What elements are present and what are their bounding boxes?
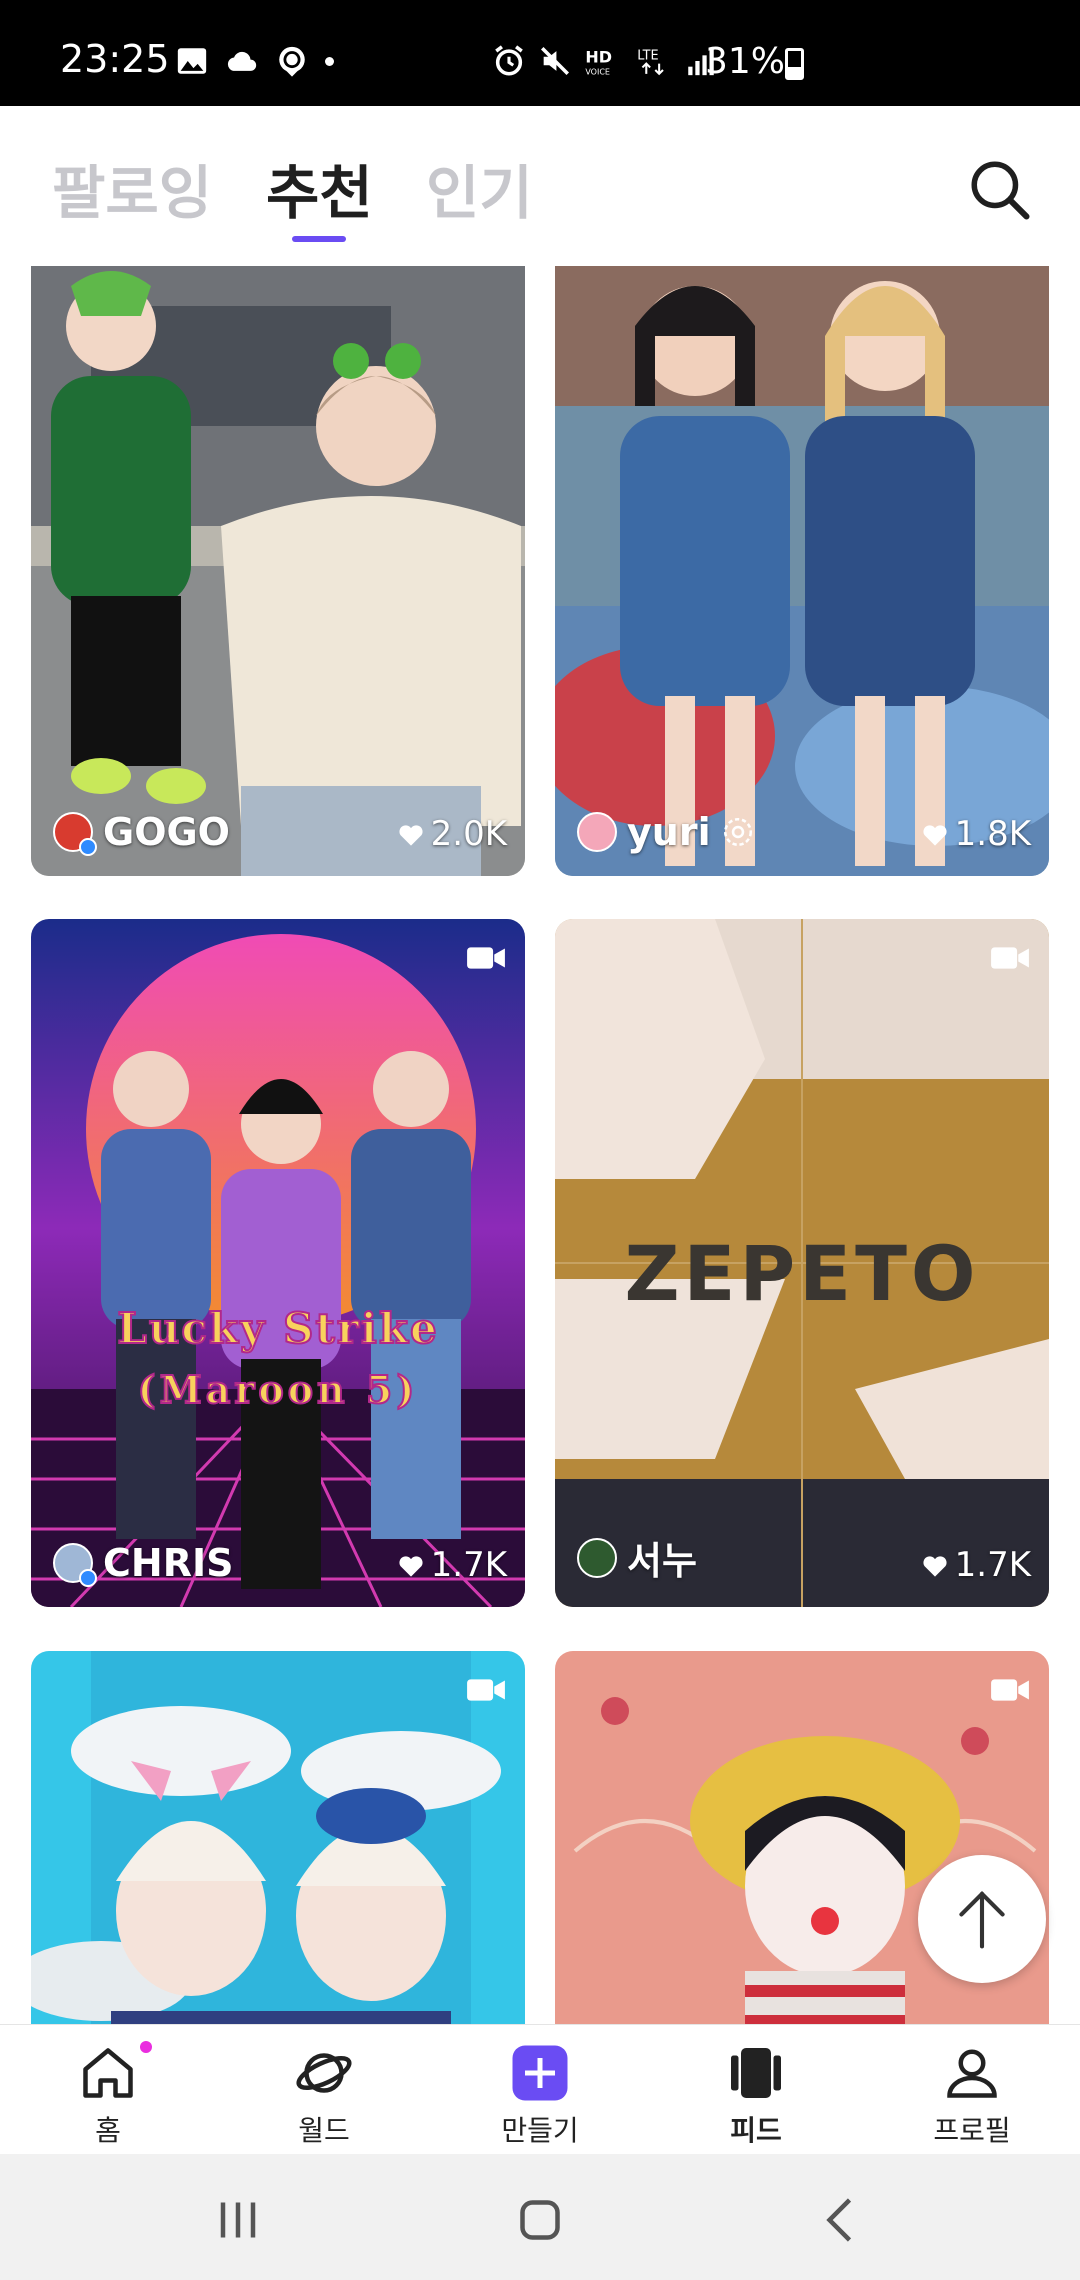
nav-label: 프로필 bbox=[933, 2114, 1011, 2147]
heart-icon bbox=[399, 825, 423, 846]
verified-badge-icon bbox=[79, 1569, 97, 1587]
tab-recommended[interactable]: 추천 bbox=[266, 146, 373, 230]
home-button-icon[interactable] bbox=[510, 2190, 570, 2250]
author-name: CHRIS bbox=[103, 1541, 234, 1585]
system-nav-bar bbox=[0, 2154, 1080, 2280]
tab-popular[interactable]: 인기 bbox=[426, 146, 533, 230]
overlay-line: ZEPETO bbox=[624, 1229, 980, 1318]
avatar bbox=[53, 1543, 97, 1587]
video-icon bbox=[467, 947, 505, 969]
battery-percent: 31% bbox=[705, 41, 786, 82]
likes-value: 1.7K bbox=[954, 1545, 1031, 1585]
overlay-line: (Maroon 5) bbox=[137, 1366, 419, 1413]
bottom-nav: 홈 월드 만들기 피드 프로필 bbox=[0, 2024, 1080, 2154]
post-author[interactable]: yuri bbox=[577, 810, 755, 854]
back-icon[interactable] bbox=[812, 2190, 872, 2250]
post-author[interactable]: CHRIS bbox=[53, 1541, 234, 1587]
nav-label: 월드 bbox=[298, 2114, 350, 2147]
likes-value: 2.0K bbox=[430, 814, 507, 854]
home-icon bbox=[83, 2048, 133, 2098]
lte-icon: LTE bbox=[637, 49, 664, 76]
status-time: 23:25 bbox=[60, 37, 170, 81]
verified-badge-icon bbox=[79, 838, 97, 856]
hd-voice-icon: HDVOICE bbox=[585, 47, 612, 76]
notification-dot bbox=[325, 56, 334, 66]
scroll-to-top-button[interactable] bbox=[918, 1855, 1046, 1983]
post-overlay-text: ZEPETO bbox=[555, 1229, 1049, 1318]
feed-card[interactable] bbox=[31, 1651, 525, 2024]
battery-icon bbox=[785, 48, 804, 80]
avatar bbox=[577, 812, 617, 852]
status-right-icons: HD VOICE LTE bbox=[492, 44, 718, 78]
author-name: GOGO bbox=[103, 810, 230, 854]
creator-badge-icon bbox=[723, 817, 752, 847]
status-bar: 23:25 HD VOICE LTE 31% bbox=[0, 0, 1080, 106]
status-left-icons bbox=[175, 44, 334, 78]
mute-icon bbox=[540, 46, 570, 76]
nav-label: 피드 bbox=[730, 2114, 782, 2147]
overlay-line: Lucky Strike bbox=[116, 1303, 439, 1354]
post-image bbox=[31, 266, 525, 876]
video-icon bbox=[991, 947, 1029, 969]
profile-icon bbox=[947, 2049, 997, 2098]
like-count: 1.8K bbox=[921, 814, 1031, 854]
nav-item-create[interactable]: 만들기 bbox=[460, 2043, 620, 2149]
nav-item-feed[interactable]: 피드 bbox=[676, 2043, 836, 2149]
heart-icon bbox=[399, 1556, 423, 1577]
like-count: 2.0K bbox=[397, 814, 507, 854]
post-image bbox=[555, 266, 1049, 876]
avatar bbox=[577, 1537, 617, 1578]
avatar bbox=[53, 812, 97, 856]
author-name: 서누 bbox=[627, 1539, 697, 1583]
heart-icon bbox=[923, 1556, 947, 1577]
post-image bbox=[31, 1651, 525, 2024]
home-badge-dot bbox=[140, 2041, 152, 2053]
planet-icon bbox=[296, 2053, 352, 2093]
feed-card[interactable]: Lucky Strike (Maroon 5) CHRIS 1.7K bbox=[31, 919, 525, 1607]
feed-card[interactable]: GOGO 2.0K bbox=[31, 266, 525, 876]
video-icon bbox=[467, 1679, 505, 1701]
likes-value: 1.8K bbox=[954, 814, 1031, 854]
nav-item-home[interactable]: 홈 bbox=[28, 2043, 188, 2149]
nav-item-profile[interactable]: 프로필 bbox=[892, 2043, 1052, 2149]
feed-card[interactable]: yuri 1.8K bbox=[555, 266, 1049, 876]
post-image bbox=[31, 919, 525, 1607]
feed-card[interactable]: ZEPETO 서누 1.7K bbox=[555, 919, 1049, 1607]
likes-value: 1.7K bbox=[430, 1545, 507, 1585]
author-name: yuri bbox=[627, 810, 711, 854]
video-icon bbox=[991, 1679, 1029, 1701]
post-author[interactable]: 서누 bbox=[577, 1530, 697, 1585]
svg-text:LTE: LTE bbox=[637, 49, 658, 64]
nav-label: 홈 bbox=[95, 2114, 121, 2147]
search-icon[interactable] bbox=[966, 156, 1032, 222]
heart-icon bbox=[923, 825, 947, 846]
nav-item-world[interactable]: 월드 bbox=[244, 2043, 404, 2149]
recent-apps-icon[interactable] bbox=[208, 2190, 268, 2250]
svg-text:HD: HD bbox=[585, 47, 612, 66]
zepeto-icon bbox=[279, 46, 305, 77]
gallery-icon bbox=[177, 48, 207, 74]
post-author[interactable]: GOGO bbox=[53, 810, 230, 856]
like-count: 1.7K bbox=[921, 1545, 1031, 1585]
feed-tabs: 팔로잉 추천 인기 bbox=[0, 106, 1080, 266]
like-count: 1.7K bbox=[397, 1545, 507, 1585]
nav-label: 만들기 bbox=[501, 2114, 579, 2147]
feed-grid: GOGO 2.0K yuri 1.8K Lucky Strike (Maroon… bbox=[0, 266, 1080, 2024]
alarm-icon bbox=[495, 45, 523, 76]
tab-following[interactable]: 팔로잉 bbox=[52, 146, 212, 230]
plus-icon bbox=[512, 2045, 568, 2101]
active-tab-indicator bbox=[292, 236, 346, 242]
arrow-up-icon bbox=[959, 1890, 1005, 1949]
svg-text:VOICE: VOICE bbox=[585, 67, 610, 76]
cloud-icon bbox=[227, 51, 257, 71]
feed-icon bbox=[731, 2048, 781, 2098]
post-overlay-text: Lucky Strike (Maroon 5) bbox=[31, 1303, 525, 1413]
